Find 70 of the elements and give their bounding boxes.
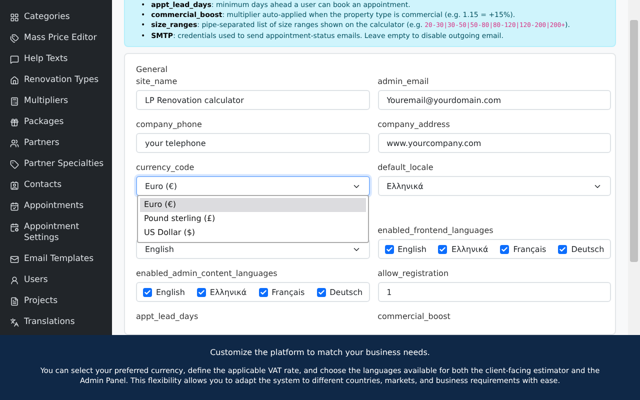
checkbox-option[interactable]: English: [143, 288, 185, 296]
field-label: site_name: [136, 77, 178, 87]
field-label: currency_code: [136, 163, 196, 173]
sidebar-item[interactable]: Projects: [10, 291, 112, 312]
checkbox[interactable]: [384, 244, 394, 254]
sidebar-item[interactable]: Appointments: [10, 196, 112, 217]
field-label: company_address: [378, 120, 451, 130]
sidebar-item[interactable]: Email Templates: [10, 249, 112, 270]
checkbox[interactable]: [196, 288, 206, 296]
field-label: company_phone: [136, 120, 203, 130]
select-field[interactable]: Euro (€): [136, 176, 370, 196]
field-label: allow_registration: [378, 269, 450, 279]
gift-icon: [10, 118, 19, 127]
select-field[interactable]: Ελληνικά: [378, 176, 612, 196]
sidebar-item[interactable]: Contacts: [10, 175, 112, 196]
checkbox[interactable]: [258, 288, 268, 296]
sidebar-item[interactable]: Help Texts: [10, 49, 112, 70]
checkbox[interactable]: [558, 244, 568, 254]
sidebar-item[interactable]: Appointment Settings: [10, 217, 112, 249]
checkbox-option[interactable]: Deutsch: [558, 244, 604, 254]
text-field[interactable]: your telephone: [136, 133, 370, 153]
checkbox-option[interactable]: English: [384, 244, 426, 254]
sidebar-item[interactable]: Mass Price Editor: [10, 28, 112, 49]
text-field[interactable]: www.yourcompany.com: [378, 133, 612, 153]
field-label: enabled_admin_content_languages: [136, 269, 278, 279]
sidebar-item[interactable]: Partners: [10, 133, 112, 154]
checkbox-option[interactable]: Français: [500, 244, 546, 254]
checkbox-option[interactable]: Français: [258, 288, 305, 296]
checkbox-option[interactable]: Ελληνικά: [438, 244, 488, 254]
field-label: admin_email: [378, 77, 430, 87]
dropdown-option[interactable]: US Dollar ($): [140, 226, 366, 240]
field-label: appt_lead_days: [136, 312, 200, 322]
document-icon: [10, 297, 19, 306]
tag-icon: [10, 160, 19, 169]
translate-icon: [10, 318, 19, 327]
field-label: enabled_frontend_languages: [378, 226, 494, 236]
field-label: default_locale: [378, 163, 434, 173]
user-icon: [10, 276, 19, 285]
scrollbar[interactable]: [628, 0, 640, 335]
sidebar-item[interactable]: Packages: [10, 112, 112, 133]
tags-icon: [10, 34, 19, 43]
sidebar-item[interactable]: Categories: [10, 7, 112, 28]
grid-icon: [10, 13, 19, 22]
checkbox-option[interactable]: Ελληνικά: [196, 288, 247, 296]
banner-title: Customize the platform to match your business needs.: [210, 348, 430, 357]
checkbox[interactable]: [500, 244, 510, 254]
sidebar-item[interactable]: Users: [10, 270, 112, 291]
checkbox-option[interactable]: Deutsch: [316, 288, 363, 296]
calculator-icon: [10, 97, 19, 106]
section-title: General: [136, 65, 169, 74]
checkbox[interactable]: [143, 288, 152, 296]
checkbox[interactable]: [438, 244, 448, 254]
text-field[interactable]: Youremail@yourdomain.com: [378, 90, 612, 110]
people-icon: [10, 139, 19, 148]
field-label: commercial_boost: [378, 312, 452, 322]
house-icon: [10, 76, 19, 85]
dropdown-option[interactable]: Pound sterling (£): [140, 212, 366, 226]
envelope-icon: [10, 255, 19, 264]
text-field[interactable]: 1: [378, 282, 612, 302]
message-icon: [10, 55, 19, 64]
sidebar-item[interactable]: Partner Specialties: [10, 154, 112, 175]
contact-card-icon: [10, 181, 19, 190]
calendar-icon: [10, 223, 19, 232]
sidebar-item[interactable]: Renovation Types: [10, 70, 112, 91]
calendar-icon: [10, 202, 19, 211]
text-field[interactable]: LP Renovation calculator: [136, 90, 370, 110]
sidebar-item[interactable]: Translations: [10, 312, 112, 333]
checkbox[interactable]: [316, 288, 326, 296]
dropdown-option[interactable]: Euro (€): [140, 198, 366, 212]
sidebar-item[interactable]: Multipliers: [10, 91, 112, 112]
